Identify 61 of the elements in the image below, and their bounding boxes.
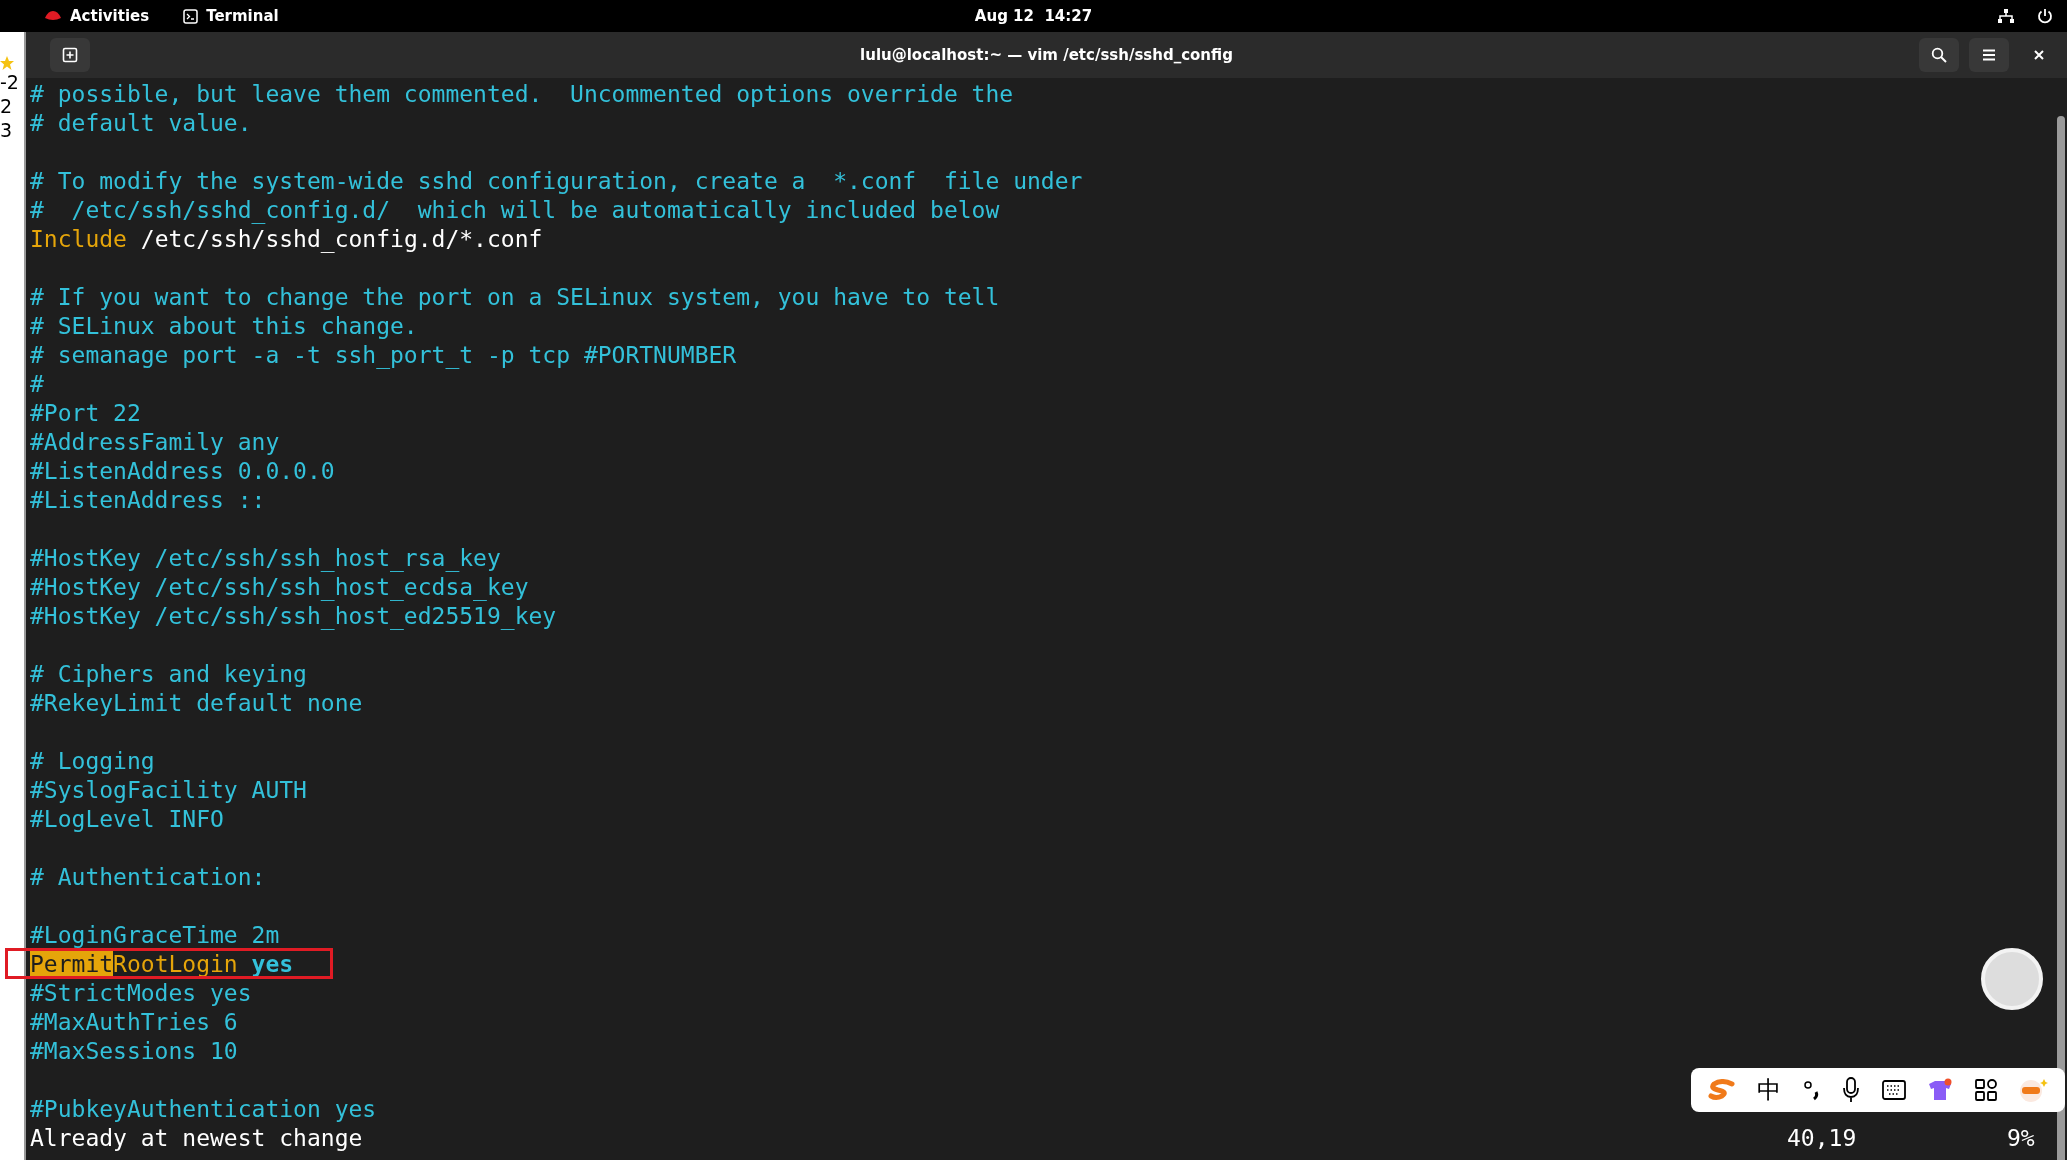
scrollbar[interactable] — [2057, 116, 2065, 1160]
comment-text: # To modify the system-wide sshd configuration, create a *.conf file under — [30, 168, 1083, 194]
keyword-text: RootLogin — [113, 951, 238, 977]
comment-text: #LoginGraceTime 2m — [30, 922, 280, 948]
window-title: lulu@localhost:~ — vim /etc/ssh/sshd_config — [860, 46, 1233, 64]
microphone-icon[interactable] — [1842, 1077, 1861, 1103]
clock[interactable]: Aug 12 14:27 — [974, 7, 1093, 25]
comment-text: #PubkeyAuthentication yes — [30, 1096, 377, 1122]
comment-text: #SyslogFacility AUTH — [30, 777, 307, 803]
background-text: 3 — [0, 118, 14, 142]
comment-text: #ListenAddress :: — [30, 487, 266, 513]
comment-text: # semanage port -a -t ssh_port_t -p tcp #PORTNUMBER — [30, 342, 737, 368]
background-text: -2 — [0, 70, 20, 94]
s-logo-icon[interactable] — [1707, 1079, 1736, 1101]
cursor-position: 40,19 — [1787, 1124, 1858, 1153]
comment-text: #HostKey /etc/ssh/ssh_host_rsa_key — [30, 545, 501, 571]
comment-text: #StrictModes yes — [30, 980, 252, 1006]
power-icon[interactable] — [2037, 8, 2053, 24]
comment-text: #MaxAuthTries 6 — [30, 1009, 238, 1035]
comment-text: # If you want to change the port on a SELinux system, you have to tell — [30, 284, 1000, 310]
keyword-text: Include — [30, 226, 127, 252]
activities-button[interactable]: Activities — [70, 7, 150, 25]
comment-text: #LogLevel INFO — [30, 806, 224, 832]
comment-text: #HostKey /etc/ssh/ssh_host_ed25519_key — [30, 603, 557, 629]
terminal-icon — [183, 8, 199, 24]
comment-text: #ListenAddress 0.0.0.0 — [30, 458, 335, 484]
scroll-percent: 9% — [2007, 1124, 2036, 1153]
punctuation-icon[interactable] — [1802, 1079, 1821, 1101]
menu-button[interactable] — [1969, 38, 2009, 72]
search-match: Permit — [30, 951, 114, 977]
comment-text: #RekeyLimit default none — [30, 690, 363, 716]
new-tab-button[interactable] — [50, 38, 90, 72]
comment-text: # default value. — [30, 110, 252, 136]
comment-text: # SELinux about this change. — [30, 313, 418, 339]
comment-text: # possible, but leave them commented. Uncommented options override the — [30, 81, 1014, 107]
search-button[interactable] — [1919, 38, 1959, 72]
plus-box-icon — [62, 47, 78, 63]
comment-text: # Authentication: — [30, 864, 266, 890]
hat-icon — [44, 10, 62, 22]
background-text: 2 — [0, 94, 14, 118]
code-text: /etc/ssh/sshd_config.d/*.conf — [139, 226, 543, 252]
comment-text: # /etc/ssh/sshd_config.d/ which will be automatically included below — [30, 197, 1000, 223]
comment-text: # Ciphers and keying — [30, 661, 307, 687]
shirt-icon[interactable] — [1927, 1078, 1954, 1102]
comment-text: #Port 22 — [30, 400, 141, 426]
star-icon — [0, 56, 14, 70]
comment-text: #AddressFamily any — [30, 429, 280, 455]
grid-icon[interactable] — [1974, 1079, 1997, 1101]
menu-icon — [1982, 49, 1996, 61]
status-message: Already at newest change — [30, 1124, 364, 1153]
app-menu[interactable]: Terminal — [206, 7, 279, 25]
comment-text: # Logging — [30, 748, 155, 774]
input-mode-toggle[interactable]: 中 — [1757, 1074, 1782, 1106]
comment-text: #MaxSessions 10 — [30, 1038, 238, 1064]
close-icon — [2033, 49, 2045, 61]
network-icon[interactable] — [1997, 8, 2015, 24]
search-icon — [1931, 47, 1947, 63]
comment-text: # — [30, 371, 44, 397]
value-text: yes — [250, 951, 294, 977]
comment-text: #HostKey /etc/ssh/ssh_host_ecdsa_key — [30, 574, 529, 600]
keyboard-icon[interactable] — [1881, 1080, 1906, 1100]
